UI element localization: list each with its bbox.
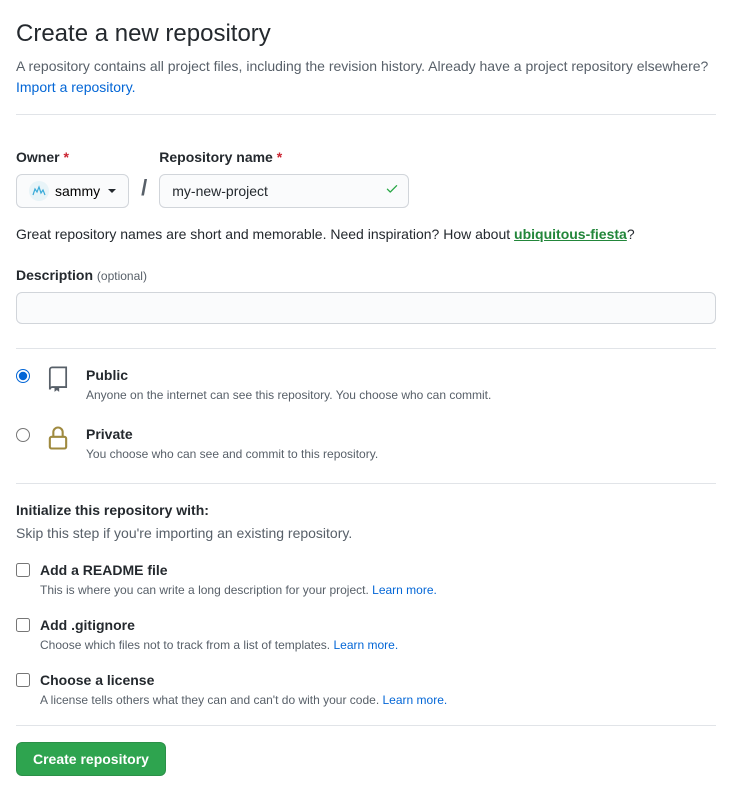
gitignore-checkbox[interactable] [16, 618, 30, 632]
lock-icon [42, 424, 74, 452]
repo-icon [42, 365, 74, 393]
license-desc: A license tells others what they can and… [40, 691, 447, 709]
create-repository-button[interactable]: Create repository [16, 742, 166, 776]
caret-down-icon [108, 189, 116, 193]
name-hint: Great repository names are short and mem… [16, 224, 716, 245]
avatar-icon [29, 181, 49, 201]
owner-label: Owner * [16, 147, 129, 168]
public-title: Public [86, 365, 491, 386]
page-title: Create a new repository [16, 16, 716, 52]
slash-separator: / [141, 171, 147, 204]
gitignore-title: Add .gitignore [40, 615, 398, 636]
divider [16, 114, 716, 115]
license-learn-more-link[interactable]: Learn more. [383, 693, 448, 707]
divider [16, 725, 716, 726]
import-link[interactable]: Import a repository. [16, 79, 136, 95]
initialize-title: Initialize this repository with: [16, 500, 716, 521]
gitignore-learn-more-link[interactable]: Learn more. [333, 638, 398, 652]
repo-name-label: Repository name * [159, 147, 409, 168]
license-title: Choose a license [40, 670, 447, 691]
gitignore-desc: Choose which files not to track from a l… [40, 636, 398, 654]
readme-learn-more-link[interactable]: Learn more. [372, 583, 437, 597]
description-input[interactable] [16, 292, 716, 324]
check-icon [385, 181, 399, 202]
private-title: Private [86, 424, 378, 445]
public-radio[interactable] [16, 369, 30, 383]
suggestion-link[interactable]: ubiquitous-fiesta [514, 226, 627, 242]
private-desc: You choose who can see and commit to thi… [86, 445, 378, 463]
private-radio[interactable] [16, 428, 30, 442]
readme-checkbox[interactable] [16, 563, 30, 577]
divider [16, 348, 716, 349]
readme-desc: This is where you can write a long descr… [40, 581, 437, 599]
repo-name-input[interactable] [159, 174, 409, 208]
initialize-subtitle: Skip this step if you're importing an ex… [16, 523, 716, 544]
divider [16, 483, 716, 484]
public-desc: Anyone on the internet can see this repo… [86, 386, 491, 404]
readme-title: Add a README file [40, 560, 437, 581]
owner-value: sammy [55, 183, 100, 199]
description-label: Description (optional) [16, 265, 716, 286]
owner-select[interactable]: sammy [16, 174, 129, 208]
page-subtitle: A repository contains all project files,… [16, 56, 716, 98]
license-checkbox[interactable] [16, 673, 30, 687]
